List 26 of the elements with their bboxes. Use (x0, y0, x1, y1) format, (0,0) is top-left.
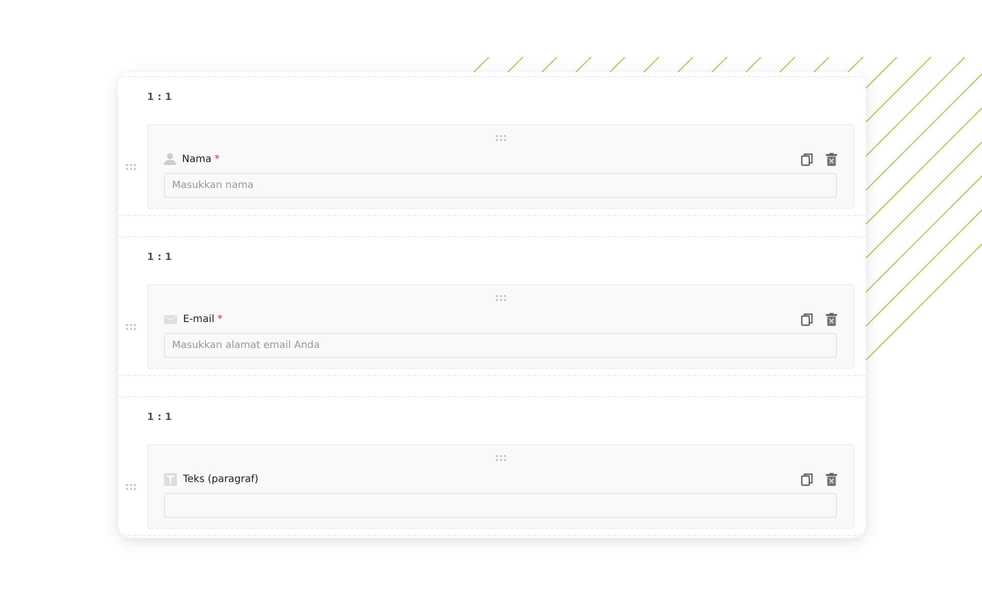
input-field[interactable] (164, 493, 837, 518)
drag-handle-icon[interactable] (126, 164, 136, 170)
field-label: Nama (182, 154, 212, 164)
copy-icon[interactable] (801, 312, 813, 326)
drag-handle-icon[interactable] (126, 484, 136, 490)
required-mark: * (217, 314, 222, 324)
required-mark: * (214, 154, 220, 164)
drag-handle-icon[interactable] (126, 324, 136, 330)
drag-handle-icon[interactable] (496, 295, 506, 301)
text-icon (164, 472, 177, 486)
trash-icon[interactable] (826, 472, 837, 486)
column-ratio: 1 : 1 (147, 252, 172, 265)
field-label: Teks (paragraf) (183, 474, 258, 484)
person-icon (164, 153, 176, 165)
input-field[interactable]: Masukkan alamat email Anda (164, 333, 837, 358)
drag-handle-icon[interactable] (496, 135, 506, 141)
field-label: E-mail (183, 314, 214, 324)
input-field[interactable]: Masukkan nama (164, 173, 837, 198)
trash-icon[interactable] (826, 152, 837, 166)
copy-icon[interactable] (801, 152, 813, 166)
column-ratio: 1 : 1 (147, 412, 172, 425)
trash-icon[interactable] (826, 312, 837, 326)
column-ratio: 1 : 1 (147, 92, 172, 105)
copy-icon[interactable] (801, 472, 813, 486)
envelope-icon (164, 314, 177, 324)
drag-handle-icon[interactable] (496, 455, 506, 461)
